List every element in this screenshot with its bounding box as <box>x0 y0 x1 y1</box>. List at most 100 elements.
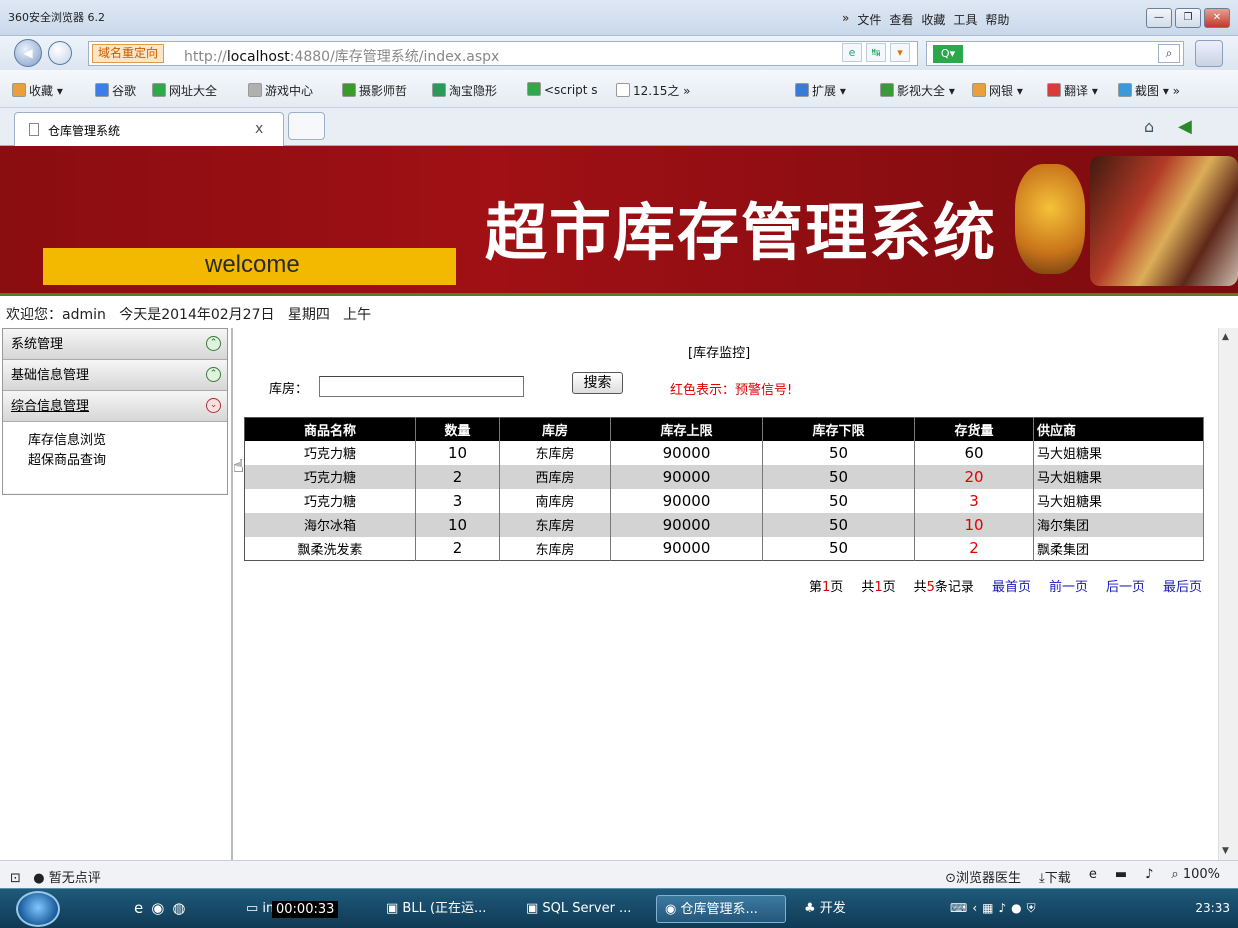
favorite-label: 翻译 ▾ <box>1064 84 1098 98</box>
favorite-icon <box>972 83 986 97</box>
frame-divider[interactable] <box>231 328 233 860</box>
scroll-down-icon[interactable]: ▼ <box>1222 846 1229 856</box>
zoom-control[interactable]: ⌕ 100% <box>1171 867 1220 886</box>
menu-tools[interactable]: 工具 <box>953 11 977 28</box>
menu-more[interactable]: » <box>842 11 849 28</box>
security-icon[interactable]: ⛨ <box>1027 901 1036 916</box>
forward-button[interactable] <box>48 41 72 65</box>
360-launch-icon[interactable]: ◉ <box>151 899 164 917</box>
favorite-item[interactable]: 网址大全 <box>152 82 217 99</box>
menu-help[interactable]: 帮助 <box>985 11 1009 28</box>
compat-icon[interactable]: ↹ <box>866 43 886 62</box>
sidebar-item-overstock-query[interactable]: 超保商品查询 <box>28 451 227 471</box>
warehouse-input[interactable] <box>319 376 524 397</box>
user-avatar-icon[interactable] <box>1195 40 1223 67</box>
cell-store: 东库房 <box>499 536 611 561</box>
search-engine-icon[interactable]: Q▾ <box>933 45 963 63</box>
cell-upper: 90000 <box>610 536 763 561</box>
app-tray-icon[interactable]: ● <box>1011 901 1021 916</box>
favorite-item[interactable]: 淘宝隐形 <box>432 82 497 99</box>
dropdown-icon[interactable]: ▾ <box>890 43 910 62</box>
favorite-item[interactable]: 影视大全 ▾ <box>880 82 955 99</box>
menu-file[interactable]: 文件 <box>857 11 881 28</box>
ie-mode-icon[interactable]: e <box>842 43 862 62</box>
favorites-bar: 收藏 ▾ 谷歌 网址大全 游戏中心 摄影师哲 淘宝隐形 <script s 12.15之 » 扩… <box>0 70 1238 108</box>
cell-name: 飘柔洗发素 <box>244 536 416 561</box>
close-tab-icon[interactable]: x <box>255 121 263 137</box>
ie-launch-icon[interactable]: e <box>134 899 143 917</box>
window-controls: — ❐ ✕ <box>1146 8 1230 28</box>
new-tab-button[interactable] <box>288 112 325 140</box>
collapse-icon[interactable]: ⌄ <box>206 398 221 413</box>
favorite-label: <script s <box>544 83 598 97</box>
start-button[interactable] <box>16 891 60 927</box>
search-button[interactable]: 搜索 <box>572 372 623 394</box>
sidebar-group-system[interactable]: 系统管理 ⌃ <box>3 329 227 360</box>
expand-icon[interactable]: ⌃ <box>206 336 221 351</box>
expand-icon[interactable]: ⌃ <box>206 367 221 382</box>
sound-icon[interactable]: ♪ <box>998 901 1006 916</box>
home-icon[interactable]: ⌂ <box>1144 117 1154 136</box>
undo-close-icon[interactable]: ◀ <box>1178 116 1192 137</box>
search-field[interactable]: Q▾ ⌕ <box>926 41 1184 66</box>
task-sql-server[interactable]: ▣ SQL Server ... <box>518 895 648 923</box>
total-pages: 共1页 <box>861 580 896 595</box>
browser-doctor-button[interactable]: ⊙浏览器医生 <box>945 867 1021 886</box>
goods-image <box>1090 156 1238 286</box>
tray-expand-icon[interactable]: ‹ <box>972 901 977 916</box>
ie-icon[interactable]: e <box>1089 867 1097 886</box>
browser-titlebar: 360安全浏览器 6.2 » 文件 查看 收藏 工具 帮助 — ❐ ✕ <box>0 0 1238 36</box>
domain-redirect-tag[interactable]: 域名重定向 <box>92 44 165 63</box>
mascot-image <box>1015 164 1085 274</box>
favorite-label: 谷歌 <box>112 84 137 98</box>
sidebar-group-basic-info[interactable]: 基础信息管理 ⌃ <box>3 360 227 391</box>
download-button[interactable]: ⤓下载 <box>1039 867 1071 886</box>
favorite-item[interactable]: 翻译 ▾ <box>1047 82 1098 99</box>
menu-favorites[interactable]: 收藏 <box>921 11 945 28</box>
rating-status[interactable]: ⊡ ● 暂无点评 <box>10 867 101 886</box>
vertical-scrollbar[interactable]: ▲ ▼ <box>1218 328 1238 860</box>
favorite-item[interactable]: 截图 ▾ » <box>1118 82 1180 99</box>
favorite-item[interactable]: 游戏中心 <box>248 82 313 99</box>
cell-store: 南库房 <box>499 488 611 513</box>
favorite-item[interactable]: <script s <box>527 82 598 97</box>
search-go-icon[interactable]: ⌕ <box>1158 44 1180 63</box>
network-icon[interactable]: ▦ <box>982 901 993 916</box>
tab-bar: 仓库管理系统 x ⌂ ◀ <box>0 108 1238 146</box>
volume-icon[interactable]: ♪ <box>1145 867 1153 886</box>
next-page-link[interactable]: 后一页 <box>1106 576 1145 595</box>
cell-name: 海尔冰箱 <box>244 512 416 537</box>
task-bll[interactable]: ▣ BLL (正在运... <box>378 895 508 923</box>
cell-supplier: 马大姐糖果 <box>1033 488 1204 513</box>
favorite-item[interactable]: 谷歌 <box>95 82 136 99</box>
menu-view[interactable]: 查看 <box>889 11 913 28</box>
scroll-up-icon[interactable]: ▲ <box>1222 332 1229 342</box>
favorite-item[interactable]: 收藏 ▾ <box>12 82 63 99</box>
minimize-button[interactable]: — <box>1146 8 1172 28</box>
favorite-item[interactable]: 扩展 ▾ <box>795 82 846 99</box>
favorite-item[interactable]: 网银 ▾ <box>972 82 1023 99</box>
window-icon[interactable]: ▬ <box>1115 867 1127 886</box>
favorite-item[interactable]: 12.15之 » <box>616 82 691 99</box>
keyboard-icon[interactable]: ⌨ <box>950 901 967 916</box>
url-field[interactable]: 域名重定向 http://localhost:4880/库存管理系统/index… <box>88 41 918 66</box>
task-browser[interactable]: ◉ 仓库管理系... <box>656 895 786 923</box>
sidebar-item-stock-browse[interactable]: 库存信息浏览 <box>28 431 227 451</box>
player-launch-icon[interactable]: ◍ <box>172 899 185 917</box>
table-row: 飘柔洗发素 2 东库房 90000 50 2 飘柔集团 <box>244 536 1204 561</box>
first-page-link[interactable]: 最首页 <box>992 576 1031 595</box>
favorite-item[interactable]: 摄影师哲 <box>342 82 407 99</box>
sidebar-group-comprehensive[interactable]: 综合信息管理 ⌄ <box>3 391 227 422</box>
page-indicator: 第1页 <box>809 580 844 595</box>
prev-page-link[interactable]: 前一页 <box>1049 576 1088 595</box>
last-page-link[interactable]: 最后页 <box>1163 576 1202 595</box>
tab-warehouse[interactable]: 仓库管理系统 x <box>14 112 284 146</box>
favorite-icon <box>12 83 26 97</box>
cell-qty: 2 <box>415 464 500 489</box>
task-dev[interactable]: ♣ 开发 <box>796 895 876 923</box>
maximize-button[interactable]: ❐ <box>1175 8 1201 28</box>
close-window-button[interactable]: ✕ <box>1204 8 1230 28</box>
back-button[interactable]: ◀ <box>14 39 42 67</box>
system-title: 超市库存管理系统 <box>485 196 998 269</box>
cell-supplier: 海尔集团 <box>1033 512 1204 537</box>
